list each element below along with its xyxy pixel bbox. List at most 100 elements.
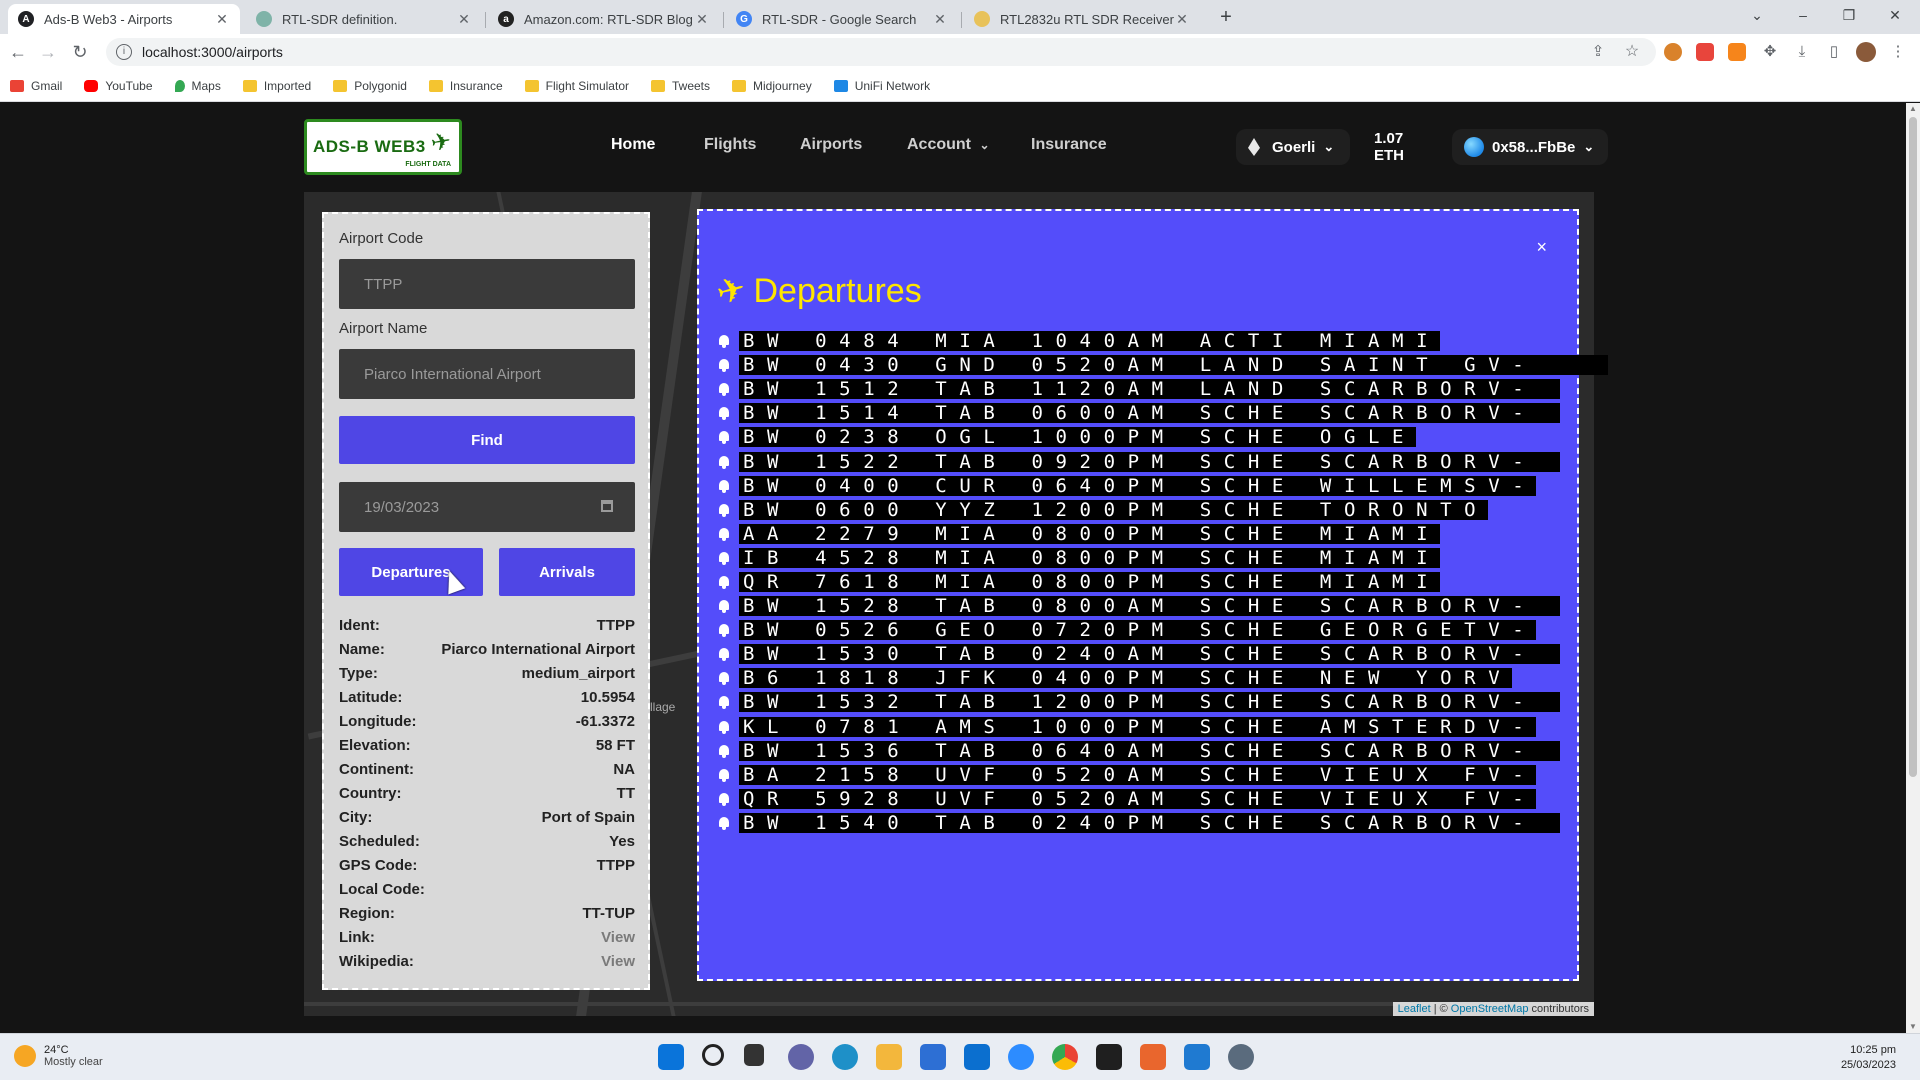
flight-row[interactable]: BW 0600 YYZ 1200PM SCHE TORONTO bbox=[717, 498, 1608, 522]
bell-icon[interactable] bbox=[717, 479, 731, 493]
settings-gear-icon[interactable] bbox=[1228, 1044, 1254, 1070]
zoom-icon[interactable] bbox=[1008, 1044, 1034, 1070]
bell-icon[interactable] bbox=[717, 647, 731, 662]
page-scrollbar[interactable]: ▲ ▼ bbox=[1906, 103, 1920, 1033]
bell-icon[interactable] bbox=[717, 406, 731, 421]
teams-chat-icon[interactable] bbox=[788, 1044, 814, 1070]
file-explorer-icon[interactable] bbox=[876, 1044, 902, 1070]
bell-icon[interactable] bbox=[717, 358, 731, 373]
flight-row[interactable]: BW 0238 OGL 1000PM SCHE OGLE bbox=[717, 425, 1608, 449]
edge-icon[interactable] bbox=[832, 1044, 858, 1070]
app-icon[interactable] bbox=[1140, 1044, 1166, 1070]
forward-icon[interactable]: → bbox=[36, 40, 60, 64]
bell-icon[interactable] bbox=[717, 623, 731, 638]
bell-icon[interactable] bbox=[717, 792, 731, 806]
close-icon[interactable]: ✕ bbox=[694, 11, 710, 28]
site-info-icon[interactable]: i bbox=[116, 44, 132, 60]
view-link[interactable]: View bbox=[601, 929, 635, 946]
bookmark-folder-polygonid[interactable]: Polygonid bbox=[333, 79, 407, 93]
tab-rtl-sdr-definition[interactable]: RTL-SDR definition. ✕ bbox=[246, 4, 482, 34]
mail-icon[interactable] bbox=[964, 1044, 990, 1070]
profile-avatar[interactable] bbox=[1856, 42, 1876, 62]
reload-icon[interactable]: ↻ bbox=[68, 40, 92, 64]
flight-row[interactable]: BW 1536 TAB 0640AM SCHE SCARBORV- bbox=[717, 739, 1608, 763]
site-logo[interactable]: ADS-B WEB3 ✈ FLIGHT DATA bbox=[304, 119, 462, 175]
airport-name-input[interactable]: Piarco International Airport bbox=[339, 349, 635, 399]
close-icon[interactable]: ✕ bbox=[214, 11, 230, 28]
flight-row[interactable]: BW 1530 TAB 0240AM SCHE SCARBORV- bbox=[717, 642, 1608, 666]
airport-code-input[interactable]: TTPP bbox=[339, 259, 635, 309]
flight-row[interactable]: BW 1532 TAB 1200PM SCHE SCARBORV- bbox=[717, 690, 1608, 714]
flight-row[interactable]: KL 0781 AMS 1000PM SCHE AMSTERDV- bbox=[717, 715, 1608, 739]
bookmark-maps[interactable]: Maps bbox=[174, 79, 221, 93]
nav-flights[interactable]: Flights bbox=[704, 136, 756, 154]
search-icon[interactable] bbox=[702, 1044, 724, 1066]
bell-icon[interactable] bbox=[717, 551, 731, 565]
bell-icon[interactable] bbox=[717, 720, 731, 734]
bell-icon[interactable] bbox=[717, 334, 731, 349]
account-button[interactable]: 0x58...FbBe ⌄ bbox=[1452, 129, 1608, 165]
flight-row[interactable]: BW 1514 TAB 0600AM SCHE SCARBORV- bbox=[717, 401, 1608, 425]
network-selector[interactable]: Goerli ⌄ bbox=[1236, 129, 1350, 165]
flight-row[interactable]: IB 4528 MIA 0800PM SCHE MIAMI bbox=[717, 546, 1608, 570]
bell-icon[interactable] bbox=[717, 430, 731, 445]
bell-icon[interactable] bbox=[717, 744, 731, 758]
bell-icon[interactable] bbox=[717, 575, 731, 589]
flight-row[interactable]: BA 2158 UVF 0520AM SCHE VIEUX FV- bbox=[717, 763, 1608, 787]
bookmark-gmail[interactable]: Gmail bbox=[10, 79, 62, 93]
side-panel-icon[interactable]: ▯ bbox=[1822, 40, 1846, 64]
new-tab-button[interactable]: + bbox=[1212, 4, 1240, 32]
flight-row[interactable]: QR 7618 MIA 0800PM SCHE MIAMI bbox=[717, 570, 1608, 594]
bookmark-folder-imported[interactable]: Imported bbox=[242, 79, 311, 93]
nav-account[interactable]: Account ⌄ bbox=[907, 136, 990, 154]
system-clock[interactable]: 10:25 pm 25/03/2023 bbox=[1841, 1043, 1896, 1073]
address-bar[interactable]: i localhost:3000/airports bbox=[106, 38, 1656, 66]
windows-start-icon[interactable] bbox=[658, 1044, 684, 1070]
tab-rtl2832u[interactable]: RTL2832u RTL SDR Receiver R820 ✕ bbox=[964, 4, 1200, 34]
wikipedia-link[interactable]: View bbox=[601, 953, 635, 970]
bell-icon[interactable] bbox=[717, 503, 731, 517]
bell-icon[interactable] bbox=[717, 382, 731, 397]
flight-row[interactable]: BW 0400 CUR 0640PM SCHE WILLEMSV- bbox=[717, 474, 1608, 498]
scroll-up-icon[interactable]: ▲ bbox=[1909, 105, 1917, 113]
weather-widget[interactable]: 24°C Mostly clear bbox=[14, 1044, 103, 1068]
scrollbar-thumb[interactable] bbox=[1909, 117, 1917, 777]
minimize-button[interactable]: – bbox=[1780, 0, 1826, 30]
bookmark-folder-flight-simulator[interactable]: Flight Simulator bbox=[524, 79, 629, 93]
close-window-button[interactable]: ✕ bbox=[1872, 0, 1918, 30]
metamask-icon[interactable] bbox=[1728, 43, 1746, 61]
calendar-icon[interactable] bbox=[601, 500, 613, 512]
bell-icon[interactable] bbox=[717, 455, 731, 469]
tab-amazon[interactable]: a Amazon.com: RTL-SDR Blog V3 R ✕ bbox=[488, 4, 720, 34]
puzzle-icon[interactable]: ✥ bbox=[1758, 40, 1782, 64]
bookmark-folder-insurance[interactable]: Insurance bbox=[428, 79, 503, 93]
flight-row[interactable]: AA 2279 MIA 0800PM SCHE MIAMI bbox=[717, 522, 1608, 546]
tab-google-search[interactable]: G RTL-SDR - Google Search ✕ bbox=[726, 4, 958, 34]
flight-row[interactable]: BW 1512 TAB 1120AM LAND SCARBORV- bbox=[717, 377, 1608, 401]
find-button[interactable]: Find bbox=[339, 416, 635, 464]
extension-icon[interactable] bbox=[1664, 43, 1682, 61]
bell-icon[interactable] bbox=[717, 695, 731, 710]
bell-icon[interactable] bbox=[717, 527, 731, 541]
download-icon[interactable]: ⤓ bbox=[1790, 40, 1814, 64]
flight-row[interactable]: BW 1522 TAB 0920PM SCHE SCARBORV- bbox=[717, 449, 1608, 473]
flight-row[interactable]: BW 0484 MIA 1040AM ACTI MIAMI bbox=[717, 329, 1608, 353]
nav-airports[interactable]: Airports bbox=[800, 136, 862, 154]
back-icon[interactable]: ← bbox=[6, 40, 30, 64]
bookmark-folder-midjourney[interactable]: Midjourney bbox=[732, 79, 812, 93]
tab-ads-b-web3[interactable]: A Ads-B Web3 - Airports ✕ bbox=[8, 4, 240, 34]
flight-row[interactable]: BW 0430 GND 0520AM LAND SAINT GV- bbox=[717, 353, 1609, 377]
close-icon[interactable]: ✕ bbox=[456, 11, 472, 28]
tab-search-button[interactable]: ⌄ bbox=[1734, 0, 1780, 30]
store-icon[interactable] bbox=[920, 1044, 946, 1070]
bell-icon[interactable] bbox=[717, 599, 731, 614]
bookmark-unifi[interactable]: UniFi Network bbox=[833, 79, 930, 93]
flight-row[interactable]: BW 0526 GEO 0720PM SCHE GEORGETV- bbox=[717, 618, 1608, 642]
close-icon[interactable]: ✕ bbox=[1174, 11, 1190, 28]
restore-button[interactable]: ❐ bbox=[1826, 0, 1872, 30]
nav-insurance[interactable]: Insurance bbox=[1031, 136, 1107, 154]
vscode-icon[interactable] bbox=[1184, 1044, 1210, 1070]
flight-row[interactable]: QR 5928 UVF 0520AM SCHE VIEUX FV- bbox=[717, 787, 1608, 811]
bell-icon[interactable] bbox=[717, 768, 731, 782]
flight-row[interactable]: BW 1528 TAB 0800AM SCHE SCARBORV- bbox=[717, 594, 1608, 618]
